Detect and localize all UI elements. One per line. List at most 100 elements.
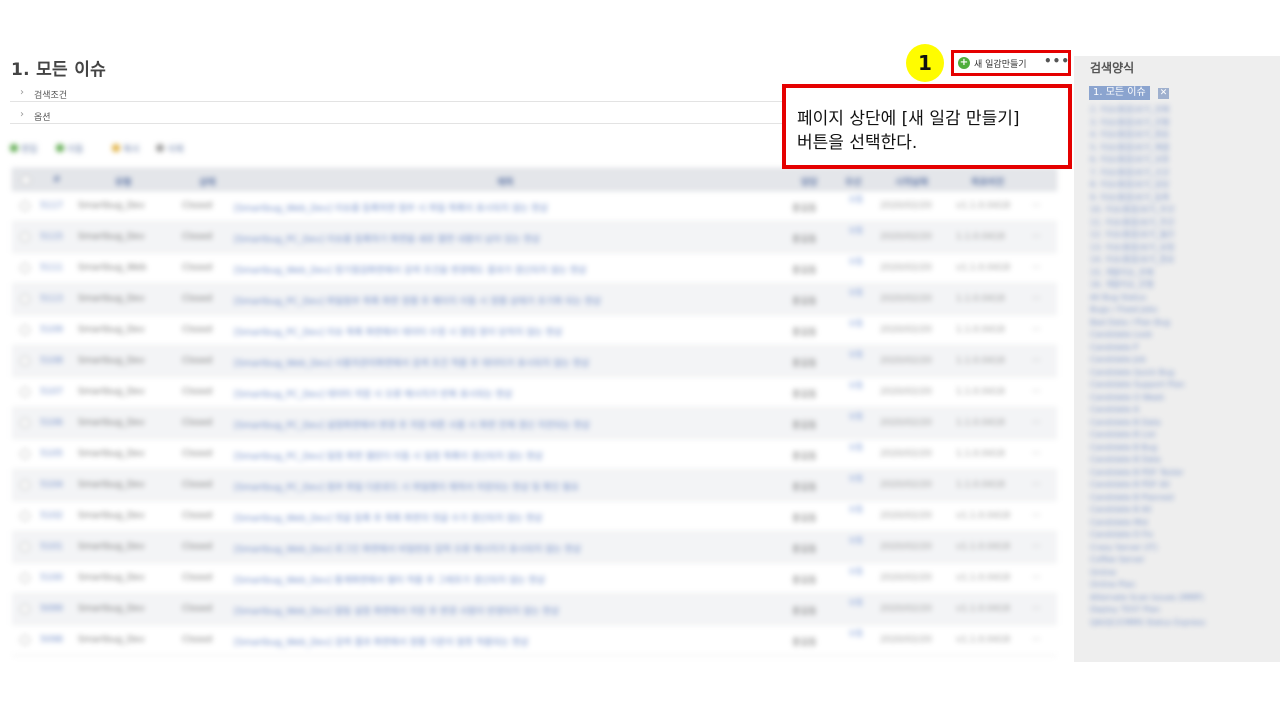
issue-subject[interactable]: [Smartbug_Web_Dev] 댓글 등록 후 목록 화면의 댓글 수가 … (234, 511, 774, 524)
saved-query-item[interactable]: Coffee Server (1090, 554, 1270, 567)
saved-query-item[interactable]: 16. 개발이슈_진행 (1090, 279, 1270, 292)
saved-query-item[interactable]: 7. 이슈(통합)보기_신규 (1090, 167, 1270, 180)
saved-query-item[interactable]: Candidate D Fix (1090, 529, 1270, 542)
issue-id[interactable]: 5105 (40, 449, 63, 459)
saved-query-item[interactable]: Candidate Mid (1090, 517, 1270, 530)
issue-subject[interactable]: [Smartbug_PC_Dev] 설정화면에서 변경 후 저장 버튼 사용 시… (234, 418, 774, 431)
row-checkbox[interactable] (20, 480, 30, 490)
saved-query-item[interactable]: Bad Data / Plan Bug (1090, 317, 1270, 330)
saved-query-item[interactable]: 11. 이슈(통합)보기_주간 (1090, 217, 1270, 230)
col-start-date[interactable]: 시작날짜 (895, 175, 928, 188)
saved-query-item[interactable]: Alternate Scan Issues (MMP) (1090, 592, 1270, 605)
saved-query-item[interactable]: 15. 개발이슈_전체 (1090, 267, 1270, 280)
issue-subject[interactable]: [Smartbug_PC_Dev] 이슈 목록 화면에서 데이터 수정 시 팝업… (234, 325, 774, 338)
saved-query-item[interactable]: 9. 이슈(통합)보기_등록 (1090, 192, 1270, 205)
saved-query-item[interactable]: Candidate Job (1090, 354, 1270, 367)
saved-query-item[interactable]: Online Plan (1090, 579, 1270, 592)
row-checkbox[interactable] (20, 356, 30, 366)
issue-id[interactable]: 5107 (40, 387, 63, 397)
row-more-icon[interactable]: ··· (1032, 604, 1041, 614)
col-priority[interactable]: 우선 (845, 175, 862, 188)
table-row[interactable]: 5117 Smartbug_Dev Closed [Smartbug_Web_Dev]… (12, 191, 1057, 222)
table-row[interactable]: 5101 Smartbug_Dev Closed [Smartbug_Web_Dev]… (12, 532, 1057, 563)
table-row[interactable]: 5102 Smartbug_Dev Closed [Smartbug_Web_Dev]… (12, 501, 1057, 532)
issue-subject[interactable]: [Smartbug_Web_Dev] 알림 설정 화면에서 저장 후 변경 사항… (234, 604, 774, 617)
row-more-icon[interactable]: ··· (1032, 201, 1041, 211)
saved-query-item[interactable]: Bugs / Fixed Jobs (1090, 304, 1270, 317)
issue-subject[interactable]: [Smartbug_PC_Dev] 데이터 저장 시 오류 메시지가 반복 표시… (234, 387, 774, 400)
saved-query-item[interactable]: Candidate B PDF All (1090, 479, 1270, 492)
issue-subject[interactable]: [Smartbug_Web_Dev] 통계화면에서 필터 적용 후 그래프가 갱… (234, 573, 774, 586)
issue-id[interactable]: 5111 (40, 263, 63, 273)
issue-id[interactable]: 5109 (40, 325, 63, 335)
saved-query-item[interactable]: Candidate B Bug (1090, 442, 1270, 455)
row-more-icon[interactable]: ··· (1032, 480, 1041, 490)
saved-query-item[interactable]: Candidate Quick Bug (1090, 367, 1270, 380)
table-row[interactable]: 5105 Smartbug_Dev Closed [Smartbug_PC_Dev] … (12, 439, 1057, 470)
col-subject[interactable]: 제목 (497, 175, 514, 188)
row-more-icon[interactable]: ··· (1032, 294, 1041, 304)
saved-query-item[interactable]: 4. 이슈(통합)보기_완료 (1090, 129, 1270, 142)
table-row[interactable]: 5098 Smartbug_Dev Closed [Smartbug_Web_Dev]… (12, 625, 1057, 656)
saved-query-item[interactable]: 8. 이슈(통합)보기_담당 (1090, 179, 1270, 192)
table-row[interactable]: 5107 Smartbug_Dev Closed [Smartbug_PC_Dev] … (12, 377, 1057, 408)
row-more-icon[interactable]: ··· (1032, 573, 1041, 583)
issue-subject[interactable]: [Smartbug_Web_Dev] 정기점검화면에서 검색 조건을 변경해도 … (234, 263, 774, 276)
saved-query-item[interactable]: Crazy Server (IT) (1090, 542, 1270, 555)
saved-query-item[interactable]: Candidate B All (1090, 504, 1270, 517)
saved-query-item[interactable]: Candidate B Data (1090, 417, 1270, 430)
row-more-icon[interactable]: ··· (1032, 418, 1041, 428)
col-assignee[interactable]: 담당 (801, 175, 818, 188)
issue-id[interactable]: 5099 (40, 604, 63, 614)
issue-id[interactable]: 5108 (40, 356, 63, 366)
saved-query-item[interactable]: Candidate Support Plan (1090, 379, 1270, 392)
row-more-icon[interactable]: ··· (1032, 232, 1041, 242)
saved-query-item[interactable]: 3. 이슈(통합)보기_진행 (1090, 117, 1270, 130)
issue-id[interactable]: 5113 (40, 294, 63, 304)
row-checkbox[interactable] (20, 511, 30, 521)
saved-query-item[interactable]: 6. 이슈(통합)보기_보류 (1090, 154, 1270, 167)
more-options-icon[interactable]: ••• (1044, 54, 1070, 68)
saved-query-item[interactable]: 2. 이슈(통합)보기_전체 (1090, 104, 1270, 117)
saved-query-item[interactable]: 13. 이슈(통합)보기_요청 (1090, 242, 1270, 255)
issue-id[interactable]: 5102 (40, 511, 63, 521)
table-row[interactable]: 5104 Smartbug_Dev Closed [Smartbug_PC_Dev] … (12, 470, 1057, 501)
table-row[interactable]: 5115 Smartbug_Dev Closed [Smartbug_PC_Dev] … (12, 222, 1057, 253)
current-query-tag[interactable]: 1. 모든 이슈 (1089, 86, 1150, 100)
row-checkbox[interactable] (20, 604, 30, 614)
saved-query-item[interactable]: Candidate Look (1090, 329, 1270, 342)
saved-query-item[interactable]: Candidate A (1090, 404, 1270, 417)
saved-query-item[interactable]: QA/QC/CMMS Status Express (1090, 617, 1270, 630)
row-checkbox[interactable] (20, 635, 30, 645)
saved-query-item[interactable]: Candidate B Data (1090, 454, 1270, 467)
saved-query-item[interactable]: 14. 이슈(통합)보기_종료 (1090, 254, 1270, 267)
row-checkbox[interactable] (20, 573, 30, 583)
col-status[interactable]: 상태 (199, 175, 216, 188)
col-target-version[interactable]: 목표버전 (971, 175, 1004, 188)
saved-query-item[interactable]: Candidate B PDF Tester (1090, 467, 1270, 480)
issue-subject[interactable]: [Smartbug_Web_Dev] 로그인 화면에서 비밀번호 입력 오류 메… (234, 542, 774, 555)
table-row[interactable]: 5106 Smartbug_Dev Closed [Smartbug_PC_Dev] … (12, 408, 1057, 439)
issue-subject[interactable]: [Smartbug_Web_Dev] 검색 결과 화면에서 정렬 기준이 잘못 … (234, 635, 774, 648)
row-checkbox[interactable] (20, 294, 30, 304)
col-type[interactable]: 유형 (115, 175, 132, 188)
row-checkbox[interactable] (20, 449, 30, 459)
table-row[interactable]: 5100 Smartbug_Dev Closed [Smartbug_Web_Dev]… (12, 563, 1057, 594)
issue-subject[interactable]: [Smartbug_Web_Dev] 이슈를 등록하면 첨부 시 파일 목록이 … (234, 201, 774, 214)
saved-query-item[interactable]: Candidate B List (1090, 429, 1270, 442)
table-row[interactable]: 5113 Smartbug_Dev Closed [Smartbug_PC_Dev] … (12, 284, 1057, 315)
issue-id[interactable]: 5098 (40, 635, 63, 645)
row-more-icon[interactable]: ··· (1032, 325, 1041, 335)
table-row[interactable]: 5099 Smartbug_Dev Closed [Smartbug_Web_Dev]… (12, 594, 1057, 625)
table-row[interactable]: 5109 Smartbug_Dev Closed [Smartbug_PC_Dev] … (12, 315, 1057, 346)
saved-query-item[interactable]: 10. 이슈(통합)보기_우선 (1090, 204, 1270, 217)
saved-query-item[interactable]: Candidate P (1090, 342, 1270, 355)
row-more-icon[interactable]: ··· (1032, 356, 1041, 366)
saved-query-item[interactable]: All Bug Status (1090, 292, 1270, 305)
new-issue-button[interactable]: 새 일감만들기 (974, 57, 1027, 70)
row-checkbox[interactable] (20, 418, 30, 428)
row-checkbox[interactable] (20, 263, 30, 273)
row-more-icon[interactable]: ··· (1032, 542, 1041, 552)
saved-query-item[interactable]: 5. 이슈(통합)보기_해결 (1090, 142, 1270, 155)
new-issue-button-highlight[interactable]: + 새 일감만들기 ••• (951, 50, 1071, 76)
